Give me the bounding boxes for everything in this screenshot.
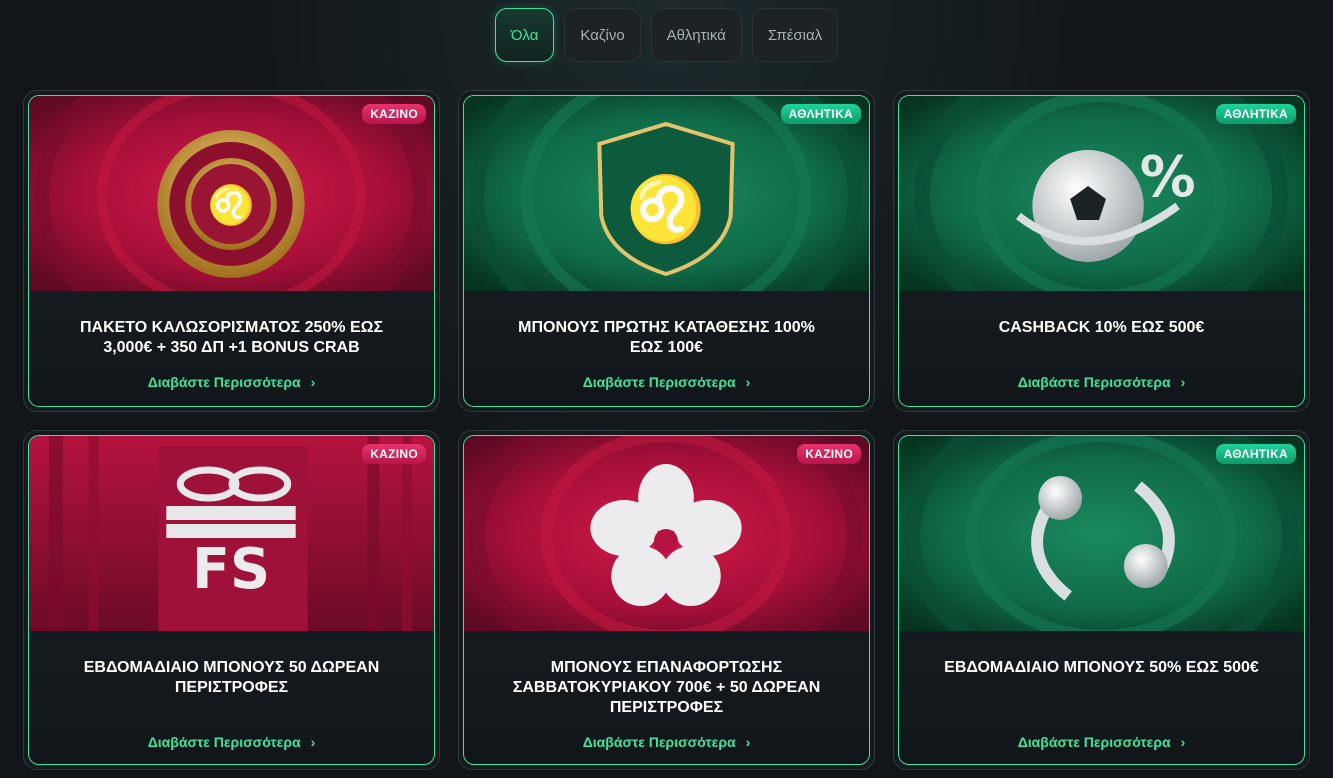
- fs-label: FS: [192, 537, 270, 602]
- tab-special[interactable]: Σπέσιαλ: [751, 8, 839, 62]
- svg-text:♌: ♌: [626, 173, 705, 247]
- category-badge: ΚΑΖΙΝΟ: [797, 444, 861, 464]
- promo-title: ΕΒΔΟΜΑΔΙΑΙΟ ΜΠΟΝΟΥΣ 50 ΔΩΡΕΑΝ ΠΕΡΙΣΤΡΟΦΕ…: [83, 659, 380, 696]
- promo-card[interactable]: ΚΑΖΙΝΟ ΜΠΟΝΟΥΣ ΕΠΑΝΑΦΟΡΤΩΣΗΣ ΣΑΒΒΑΤΟΚΥΡΙ…: [458, 430, 875, 770]
- promo-card-inner: ΑΘΛΗΤΙΚΑ ΕΒΔΟΜΑΔΙΑΙΟ ΜΠΟΝΟΥΣ 50% ΕΩΣ 500…: [898, 435, 1305, 765]
- promo-card-inner: ♌ ΚΑΖΙΝΟ ΠΑΚΕΤΟ ΚΑΛΩΣΟΡΙΣΜΑΤΟΣ 250% ΕΩΣ …: [28, 95, 435, 407]
- lion-shield-icon: ♌: [464, 96, 869, 291]
- read-more-link[interactable]: Διαβάστε Περισσότερα ›: [899, 374, 1304, 390]
- svg-text:♌: ♌: [207, 183, 254, 227]
- promo-card-inner: ΚΑΖΙΝΟ ΜΠΟΝΟΥΣ ΕΠΑΝΑΦΟΡΤΩΣΗΣ ΣΑΒΒΑΤΟΚΥΡΙ…: [463, 435, 870, 765]
- promo-card[interactable]: % ΑΘΛΗΤΙΚΑ CASHBACK 10% ΕΩΣ 500€ Διαβάστ…: [893, 90, 1310, 412]
- tab-casino[interactable]: Καζίνο: [564, 8, 641, 62]
- chevron-right-icon: ›: [310, 374, 316, 390]
- category-badge: ΑΘΛΗΤΙΚΑ: [780, 104, 861, 124]
- tennis-balls-swirl-icon: [899, 436, 1304, 631]
- chevron-right-icon: ›: [1180, 734, 1186, 750]
- chevron-right-icon: ›: [1180, 374, 1186, 390]
- promo-title: ΕΒΔΟΜΑΔΙΑΙΟ ΜΠΟΝΟΥΣ 50% ΕΩΣ 500€: [944, 659, 1259, 676]
- chevron-right-icon: ›: [745, 374, 751, 390]
- promo-title: ΜΠΟΝΟΥΣ ΕΠΑΝΑΦΟΡΤΩΣΗΣ ΣΑΒΒΑΤΟΚΥΡΙΑΚΟΥ 70…: [512, 659, 821, 716]
- promo-card-inner: ♌ ΑΘΛΗΤΙΚΑ ΜΠΟΝΟΥΣ ΠΡΩΤΗΣ ΚΑΤΑΘΕΣΗΣ 100%…: [463, 95, 870, 407]
- tab-all[interactable]: Όλα: [494, 8, 555, 62]
- casino-chip-lion-icon: ♌: [29, 96, 434, 291]
- read-more-label: Διαβάστε Περισσότερα: [147, 734, 301, 750]
- gift-fs-icon: FS: [29, 436, 434, 631]
- category-tabs: Όλα Καζίνο Αθλητικά Σπέσιαλ: [0, 8, 1333, 62]
- read-more-link[interactable]: Διαβάστε Περισσότερα ›: [29, 374, 434, 390]
- chevron-right-icon: ›: [745, 734, 751, 750]
- category-badge: ΚΑΖΙΝΟ: [362, 444, 426, 464]
- read-more-link[interactable]: Διαβάστε Περισσότερα ›: [29, 734, 434, 750]
- chevron-right-icon: ›: [310, 734, 316, 750]
- promo-title: ΠΑΚΕΤΟ ΚΑΛΩΣΟΡΙΣΜΑΤΟΣ 250% ΕΩΣ 3,000€ + …: [79, 319, 384, 356]
- promo-title: CASHBACK 10% ΕΩΣ 500€: [998, 319, 1205, 336]
- category-badge: ΑΘΛΗΤΙΚΑ: [1215, 444, 1296, 464]
- read-more-link[interactable]: Διαβάστε Περισσότερα ›: [464, 374, 869, 390]
- category-badge: ΑΘΛΗΤΙΚΑ: [1215, 104, 1296, 124]
- promo-card[interactable]: ♌ ΚΑΖΙΝΟ ΠΑΚΕΤΟ ΚΑΛΩΣΟΡΙΣΜΑΤΟΣ 250% ΕΩΣ …: [23, 90, 440, 412]
- read-more-label: Διαβάστε Περισσότερα: [1017, 374, 1171, 390]
- promo-card-inner: FS ΚΑΖΙΝΟ ΕΒΔΟΜΑΔΙΑΙΟ ΜΠΟΝΟΥΣ 50 ΔΩΡΕΑΝ …: [28, 435, 435, 765]
- promo-card[interactable]: FS ΚΑΖΙΝΟ ΕΒΔΟΜΑΔΙΑΙΟ ΜΠΟΝΟΥΣ 50 ΔΩΡΕΑΝ …: [23, 430, 440, 770]
- football-percent-icon: %: [899, 96, 1304, 291]
- tab-sports[interactable]: Αθλητικά: [650, 8, 742, 62]
- promo-title: ΜΠΟΝΟΥΣ ΠΡΩΤΗΣ ΚΑΤΑΘΕΣΗΣ 100% ΕΩΣ 100€: [518, 319, 815, 356]
- svg-text:%: %: [1140, 145, 1196, 210]
- read-more-link[interactable]: Διαβάστε Περισσότερα ›: [899, 734, 1304, 750]
- promotions-grid: ♌ ΚΑΖΙΝΟ ΠΑΚΕΤΟ ΚΑΛΩΣΟΡΙΣΜΑΤΟΣ 250% ΕΩΣ …: [23, 90, 1310, 770]
- category-badge: ΚΑΖΙΝΟ: [362, 104, 426, 124]
- promo-card[interactable]: ♌ ΑΘΛΗΤΙΚΑ ΜΠΟΝΟΥΣ ΠΡΩΤΗΣ ΚΑΤΑΘΕΣΗΣ 100%…: [458, 90, 875, 412]
- promo-card[interactable]: ΑΘΛΗΤΙΚΑ ΕΒΔΟΜΑΔΙΑΙΟ ΜΠΟΝΟΥΣ 50% ΕΩΣ 500…: [893, 430, 1310, 770]
- read-more-label: Διαβάστε Περισσότερα: [1017, 734, 1171, 750]
- clover-flower-icon: [464, 436, 869, 631]
- read-more-label: Διαβάστε Περισσότερα: [582, 734, 736, 750]
- promo-card-inner: % ΑΘΛΗΤΙΚΑ CASHBACK 10% ΕΩΣ 500€ Διαβάστ…: [898, 95, 1305, 407]
- read-more-label: Διαβάστε Περισσότερα: [582, 374, 736, 390]
- read-more-label: Διαβάστε Περισσότερα: [147, 374, 301, 390]
- read-more-link[interactable]: Διαβάστε Περισσότερα ›: [464, 734, 869, 750]
